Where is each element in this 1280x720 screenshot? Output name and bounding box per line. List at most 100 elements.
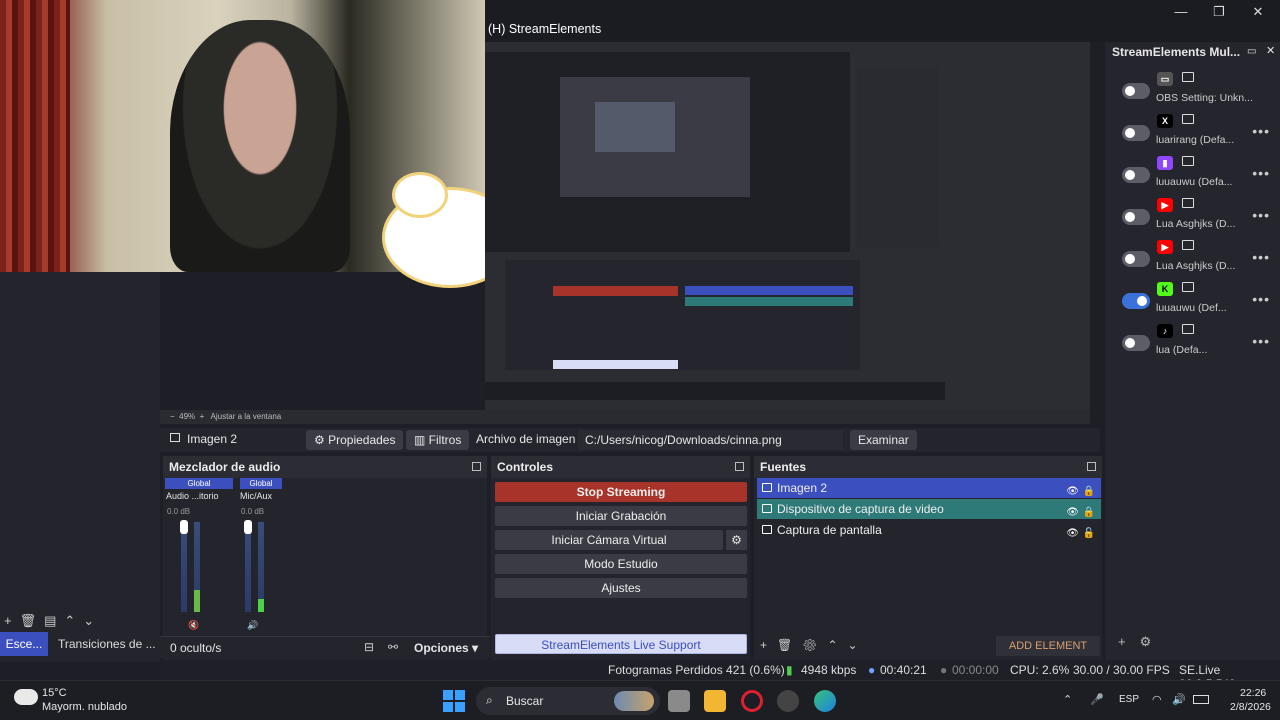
multistream-row-tiktok[interactable]: ♪ lua (Defa... •••: [1112, 322, 1272, 364]
source-item-imagen-2[interactable]: Imagen 2 👁 🔒: [757, 478, 1101, 498]
language-indicator[interactable]: ESP: [1119, 694, 1139, 705]
multistream-title: StreamElements Mul...: [1112, 45, 1241, 59]
link-icon[interactable]: ⚯: [388, 640, 398, 654]
camera-icon: [762, 504, 772, 513]
dock-menu-icon[interactable]: [735, 462, 744, 471]
multistream-row-youtube[interactable]: ▶ Lua Asghjks (D... •••: [1112, 238, 1272, 280]
start-recording-button[interactable]: Iniciar Grabación: [495, 506, 747, 526]
source-item-capture-device[interactable]: Dispositivo de captura de video 👁 🔒: [757, 499, 1101, 519]
file-explorer-icon[interactable]: [704, 690, 726, 712]
more-options-icon[interactable]: •••: [1252, 165, 1270, 181]
search-label: Buscar: [506, 694, 544, 708]
volume-fader-1[interactable]: [180, 520, 188, 534]
clock-time[interactable]: 22:26: [1240, 687, 1266, 699]
more-options-icon[interactable]: •••: [1252, 207, 1270, 223]
dock-menu-icon[interactable]: [1087, 462, 1096, 471]
destination-toggle[interactable]: [1122, 293, 1150, 309]
multistream-row-twitch[interactable]: ▮ luuauwu (Defa... •••: [1112, 154, 1272, 196]
image-icon: [170, 433, 180, 442]
microphone-icon[interactable]: 🎤: [1090, 693, 1104, 706]
visibility-eye-icon[interactable]: 👁: [1066, 524, 1079, 544]
mixer-title: Mezclador de audio: [163, 456, 487, 478]
properties-button[interactable]: ⚙ Propiedades: [306, 430, 404, 450]
start-button-windows-icon[interactable]: [443, 690, 465, 712]
browse-button[interactable]: Examinar: [850, 430, 917, 450]
source-item-screen-capture[interactable]: Captura de pantalla 👁 🔓: [757, 520, 1101, 540]
dock-float-icon[interactable]: ▭: [1247, 46, 1256, 57]
weather-temp[interactable]: 15°C: [42, 687, 67, 699]
studio-mode-button[interactable]: Modo Estudio: [495, 554, 747, 574]
battery-icon[interactable]: [1193, 695, 1209, 704]
destination-toggle[interactable]: [1122, 335, 1150, 351]
mixer-channel-name-1[interactable]: Audio ...itorio: [166, 491, 219, 501]
destination-toggle[interactable]: [1122, 167, 1150, 183]
mixer-channel-name-2[interactable]: Mic/Aux: [240, 491, 272, 501]
mute-icon-1[interactable]: 🔇: [188, 620, 199, 631]
multistream-row-X[interactable]: Xluarirang (Defa... •••: [1112, 112, 1272, 154]
more-options-icon[interactable]: •••: [1252, 333, 1270, 349]
sources-toolbar[interactable]: +🗑⚙⌃⌄: [760, 638, 868, 652]
edge-icon[interactable]: [814, 690, 836, 712]
multistream-row-youtube[interactable]: ▶ Lua Asghjks (D... •••: [1112, 196, 1272, 238]
preview-canvas[interactable]: [485, 42, 1090, 410]
fps: 30.00 / 30.00 FPS: [1073, 663, 1170, 677]
image-path-field[interactable]: C:/Users/nicog/Downloads/cinna.png: [578, 430, 843, 450]
destination-label: Lua Asghjks (D...: [1156, 218, 1236, 230]
live-support-button[interactable]: StreamElements Live Support: [495, 634, 747, 654]
add-element-button[interactable]: ADD ELEMENT: [996, 636, 1100, 656]
destination-toggle[interactable]: [1122, 83, 1150, 99]
monitor-icon: [762, 525, 772, 534]
zoom-minus[interactable]: −: [170, 412, 175, 421]
destination-label: luuauwu (Def...: [1156, 302, 1227, 314]
obs-icon[interactable]: [777, 690, 799, 712]
mixer-options-button[interactable]: Opciones ▾: [414, 641, 478, 655]
more-options-icon[interactable]: •••: [1252, 123, 1270, 139]
virtual-camera-settings-gear-icon[interactable]: ⚙: [726, 530, 747, 550]
rec-time: 00:00:00: [952, 663, 999, 677]
destination-toggle[interactable]: [1122, 125, 1150, 141]
signal-icon: ▮: [786, 663, 793, 677]
close-button[interactable]: ✕: [1240, 2, 1276, 22]
destination-toggle[interactable]: [1122, 209, 1150, 225]
dock-close-icon[interactable]: ✕: [1266, 44, 1275, 57]
tab-transitions[interactable]: Transiciones de ...: [58, 632, 156, 656]
dock-menu-icon[interactable]: [472, 462, 481, 471]
curtain: [0, 0, 70, 272]
weather-desc[interactable]: Mayorm. nublado: [42, 701, 127, 713]
monitor-icon: [1182, 282, 1194, 292]
multistream-row-kick[interactable]: Kluuauwu (Def... •••: [1112, 280, 1272, 322]
minimize-button[interactable]: —: [1163, 2, 1199, 22]
filters-button[interactable]: ▥ Filtros: [406, 430, 470, 450]
monitor-icon: [1182, 156, 1194, 166]
more-options-icon[interactable]: •••: [1252, 249, 1270, 265]
volume-icon[interactable]: 🔊: [1172, 693, 1186, 706]
virtual-camera-button[interactable]: Iniciar Cámara Virtual: [495, 530, 723, 550]
record-icon: ●: [940, 663, 948, 677]
controls-title: Controles: [491, 456, 750, 478]
fit-window-label[interactable]: Ajustar a la ventana: [211, 412, 282, 421]
monitor-icon: [1182, 114, 1194, 124]
unlock-icon[interactable]: 🔓: [1083, 524, 1095, 544]
opera-icon[interactable]: [741, 690, 763, 712]
stop-streaming-button[interactable]: Stop Streaming: [495, 482, 747, 502]
wifi-icon[interactable]: ◠: [1152, 693, 1162, 706]
maximize-button[interactable]: ❐: [1201, 2, 1237, 22]
more-options-icon[interactable]: •••: [1252, 291, 1270, 307]
destination-toggle[interactable]: [1122, 251, 1150, 267]
tray-chevron-icon[interactable]: ⌃: [1063, 693, 1072, 706]
list-icon[interactable]: ⊟: [364, 640, 374, 654]
task-view-icon[interactable]: [668, 690, 690, 712]
youtube-icon: ▶: [1157, 240, 1173, 254]
zoom-plus[interactable]: +: [200, 412, 205, 421]
scene-toolbar[interactable]: +🗑▤⌃⌄: [4, 613, 102, 629]
settings-button[interactable]: Ajustes: [495, 578, 747, 598]
speaker-icon-2[interactable]: 🔊: [247, 620, 258, 631]
multistream-row-obs[interactable]: ▭ OBS Setting: Unkn...: [1112, 70, 1272, 112]
tab-scenes[interactable]: Esce...: [0, 632, 48, 656]
youtube-icon: ▶: [1157, 198, 1173, 212]
multistream-toolbar[interactable]: +⚙: [1118, 634, 1165, 650]
volume-fader-2[interactable]: [244, 520, 252, 534]
weather-cloud-icon[interactable]: [14, 689, 38, 705]
clock-date[interactable]: 2/8/2026: [1230, 701, 1271, 713]
taskbar-search-box[interactable]: ⌕ Buscar: [476, 687, 660, 715]
